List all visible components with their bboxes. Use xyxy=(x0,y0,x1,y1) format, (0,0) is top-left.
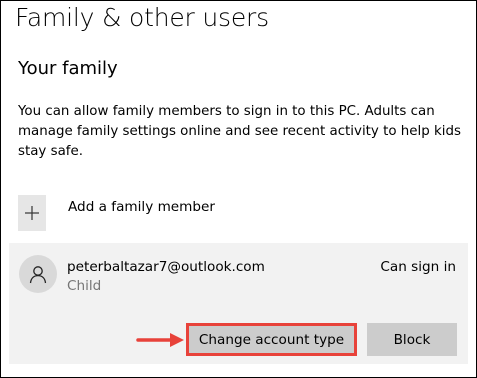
avatar xyxy=(19,255,57,293)
your-family-heading: Your family xyxy=(18,58,118,79)
member-role: Child xyxy=(67,278,102,294)
member-status: Can sign in xyxy=(380,259,456,275)
block-button[interactable]: Block xyxy=(367,323,457,356)
plus-icon xyxy=(18,195,46,231)
red-arrow-annotation xyxy=(136,333,184,347)
change-account-type-button[interactable]: Change account type xyxy=(186,323,357,356)
add-family-member-label: Add a family member xyxy=(68,199,215,215)
page-title: Family & other users xyxy=(15,3,269,32)
family-member-card[interactable]: peterbaltazar7@outlook.com Child Can sig… xyxy=(9,243,468,364)
add-family-member-button[interactable]: Add a family member xyxy=(18,195,215,233)
person-icon xyxy=(29,266,47,284)
settings-window: Family & other users Your family You can… xyxy=(0,0,477,378)
family-description: You can allow family members to sign in … xyxy=(18,104,461,159)
member-email: peterbaltazar7@outlook.com xyxy=(67,259,265,275)
